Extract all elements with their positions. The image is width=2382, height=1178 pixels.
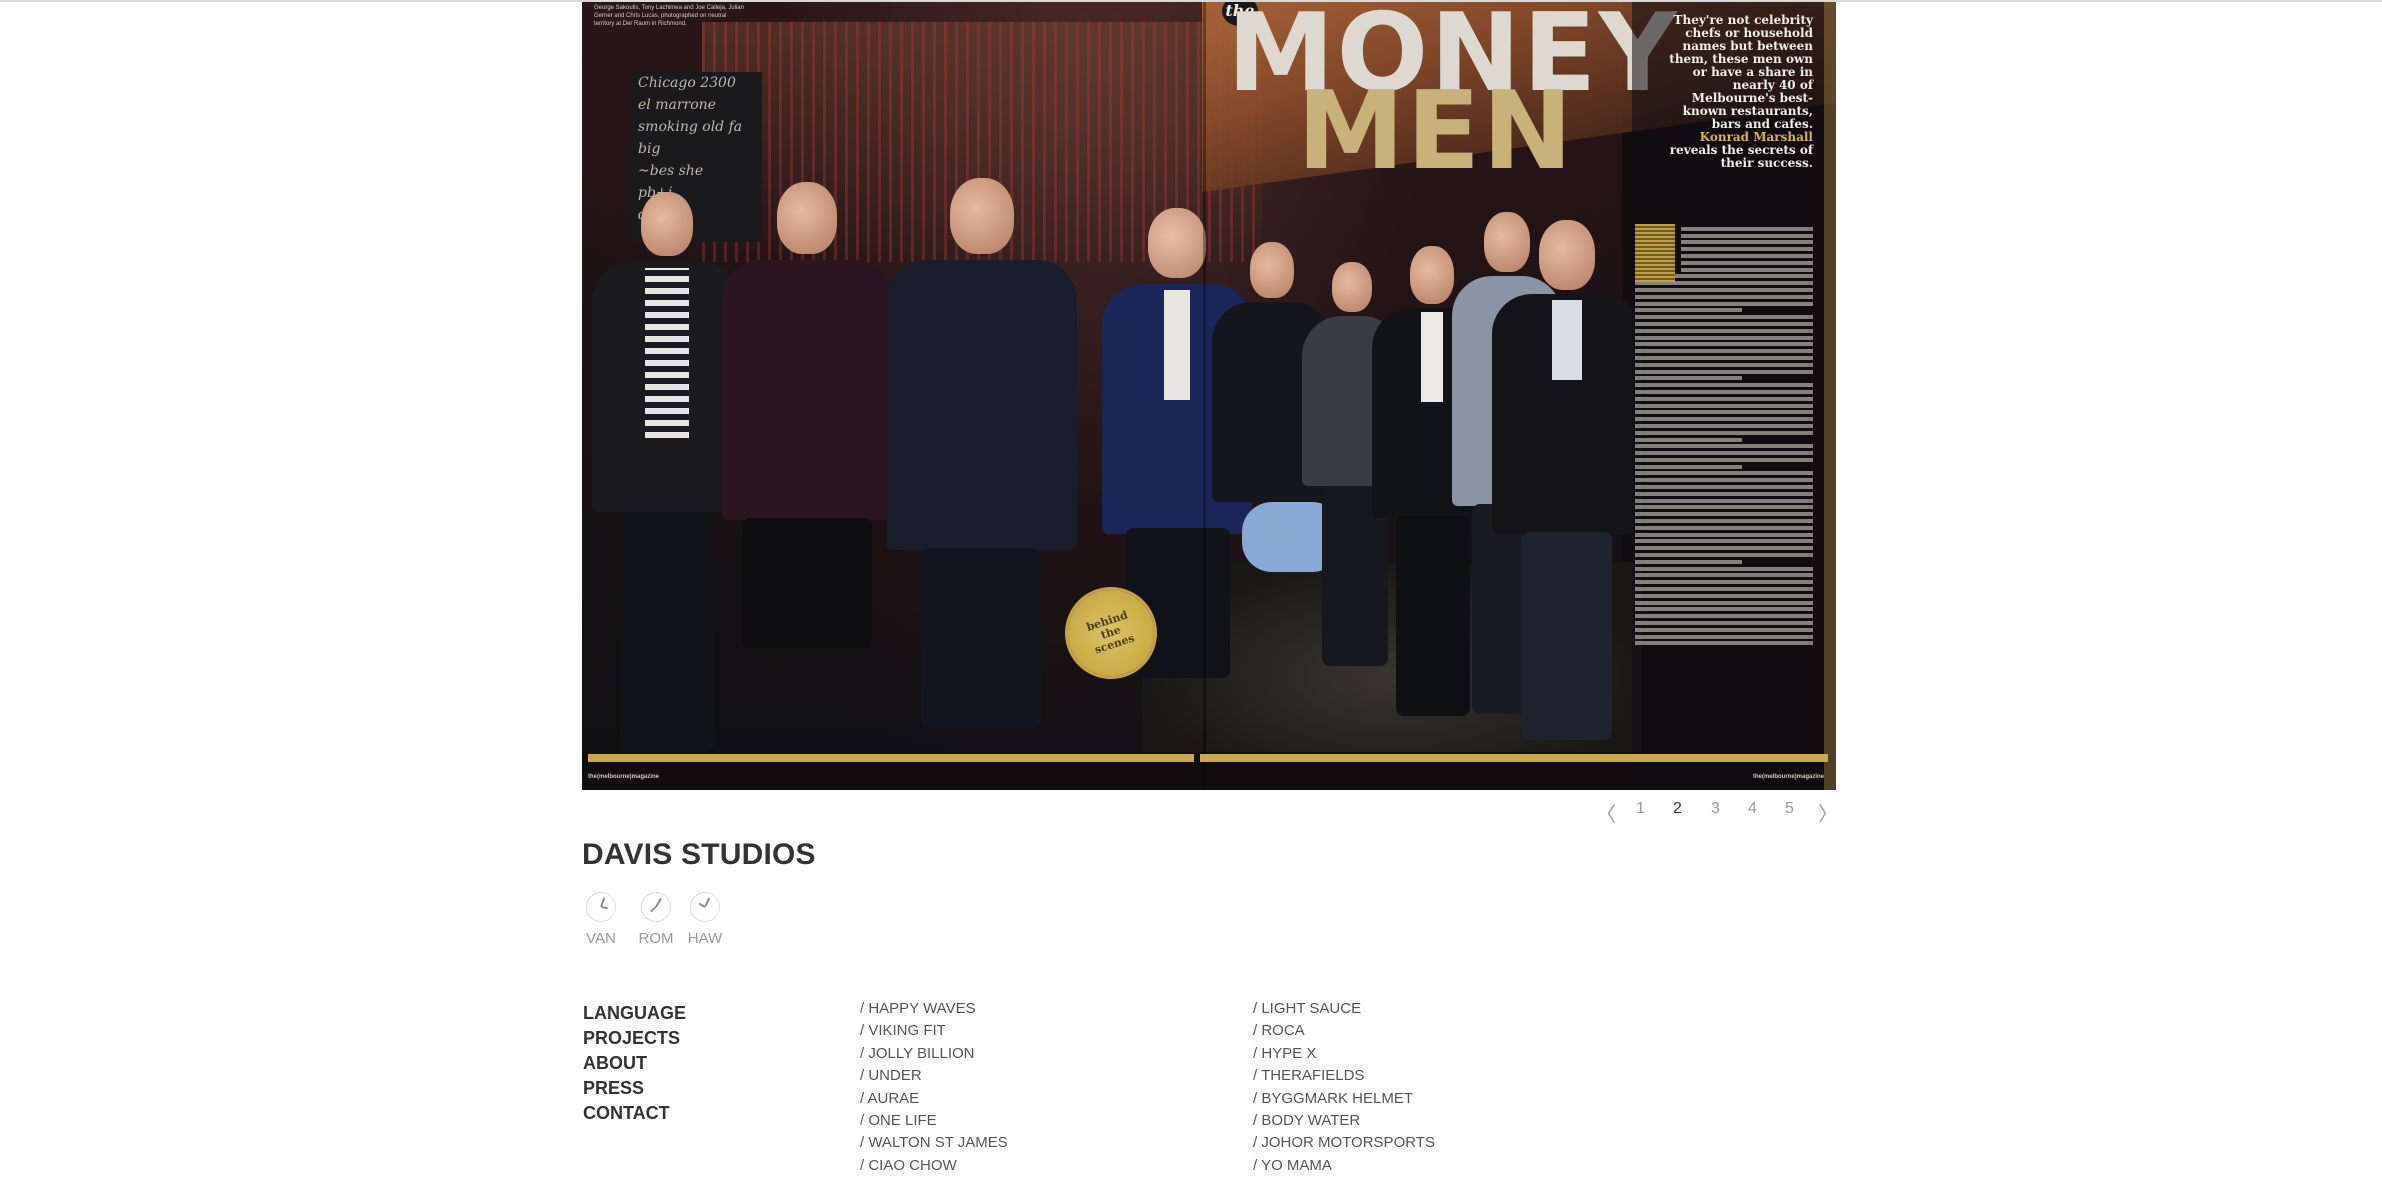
nav-projects[interactable]: PROJECTS [583,1026,686,1051]
headline-men: MEN [1297,69,1575,194]
list-item: / HAPPY WAVES [860,998,1008,1020]
project-link[interactable]: / UNDER [860,1065,1008,1087]
list-item: / AURAE [860,1088,1008,1110]
project-link[interactable]: / THERAFIELDS [1253,1065,1435,1087]
project-link[interactable]: / WALTON ST JAMES [860,1132,1008,1154]
list-item: / LIGHT SAUCE [1253,998,1435,1020]
photo-caption: George Sakoulis, Tony Lachimea and Joe C… [594,5,744,27]
clock-label: VAN [586,930,616,947]
list-item: / YO MAMA [1253,1155,1435,1177]
standfirst-author: Konrad Marshall [1699,130,1813,144]
page-link-4[interactable]: 4 [1748,800,1757,818]
nav-about[interactable]: ABOUT [583,1051,686,1076]
person-figure [592,192,742,752]
nav-language[interactable]: LANGUAGE [583,1001,686,1026]
standfirst-text: They're not celebrity chefs or household… [1669,13,1813,131]
clock-rome: ROM [634,892,678,947]
main-nav: LANGUAGE PROJECTS ABOUT PRESS CONTACT [583,1001,686,1126]
page-link-3[interactable]: 3 [1711,800,1720,818]
project-link[interactable]: / ROCA [1253,1020,1435,1042]
person-figure [722,182,892,712]
list-item: / VIKING FIT [860,1020,1008,1042]
list-item: / THERAFIELDS [1253,1065,1435,1087]
nav-contact[interactable]: CONTACT [583,1101,686,1126]
project-link[interactable]: / YO MAMA [1253,1155,1435,1177]
page-link-5[interactable]: 5 [1785,800,1794,818]
project-link[interactable]: / AURAE [860,1088,1008,1110]
studio-title: DAVIS STUDIOS [582,838,816,871]
gold-rule [588,754,1828,762]
gold-rule-gap [1194,754,1200,766]
clock-icon [690,892,720,922]
magazine-spread-image: Chicago 2300 el marrone smoking old fa b… [582,2,1836,790]
project-link[interactable]: / HYPE X [1253,1043,1435,1065]
standfirst-text-end: reveals the secrets of their success. [1669,143,1813,170]
prev-arrow-icon[interactable]: 〈 [1596,798,1616,827]
seal-text: behind the scenes [1084,608,1137,657]
page-gutter [1203,2,1206,790]
project-link[interactable]: / BODY WATER [1253,1110,1435,1132]
project-link[interactable]: / HAPPY WAVES [860,998,1008,1020]
clock-icon [641,892,671,922]
project-list-1: / HAPPY WAVES / VIKING FIT / JOLLY BILLI… [860,998,1008,1177]
column-edge [1824,2,1836,790]
list-item: / BYGGMARK HELMET [1253,1088,1435,1110]
clock-hawaii: HAW [683,892,727,947]
person-figure [887,178,1077,728]
clock-icon [586,892,616,922]
project-link[interactable]: / JOHOR MOTORSPORTS [1253,1132,1435,1154]
clock-vancouver: VAN [579,892,623,947]
project-link[interactable]: / BYGGMARK HELMET [1253,1088,1435,1110]
page-footer-left: the(melbourne)magazine [588,774,660,780]
list-item: / WALTON ST JAMES [860,1132,1008,1154]
clock-label: ROM [638,930,674,947]
list-item: / BODY WATER [1253,1110,1435,1132]
list-item: / JOHOR MOTORSPORTS [1253,1132,1435,1154]
drop-cap [1635,224,1675,282]
project-list-2: / LIGHT SAUCE / ROCA / HYPE X / THERAFIE… [1253,998,1435,1177]
clock-label: HAW [687,930,723,947]
nav-press[interactable]: PRESS [583,1076,686,1101]
image-pagination: 〈 1 2 3 4 5 〉 [0,800,1838,826]
article-body-text [1635,224,1813,734]
person-figure [1492,220,1642,740]
page-link-1[interactable]: 1 [1636,800,1645,818]
list-item: / HYPE X [1253,1043,1435,1065]
list-item: / ROCA [1253,1020,1435,1042]
project-link[interactable]: / JOLLY BILLION [860,1043,1008,1065]
page-link-2[interactable]: 2 [1673,800,1682,818]
project-link[interactable]: / LIGHT SAUCE [1253,998,1435,1020]
project-link[interactable]: / VIKING FIT [860,1020,1008,1042]
next-arrow-icon[interactable]: 〉 [1818,798,1838,827]
project-link[interactable]: / CIAO CHOW [860,1155,1008,1177]
project-link[interactable]: / ONE LIFE [860,1110,1008,1132]
list-item: / CIAO CHOW [860,1155,1008,1177]
list-item: / UNDER [860,1065,1008,1087]
list-item: / ONE LIFE [860,1110,1008,1132]
page-footer-right: the(melbourne)magazine [1752,774,1824,780]
article-standfirst: They're not celebrity chefs or household… [1663,14,1813,170]
list-item: / JOLLY BILLION [860,1043,1008,1065]
